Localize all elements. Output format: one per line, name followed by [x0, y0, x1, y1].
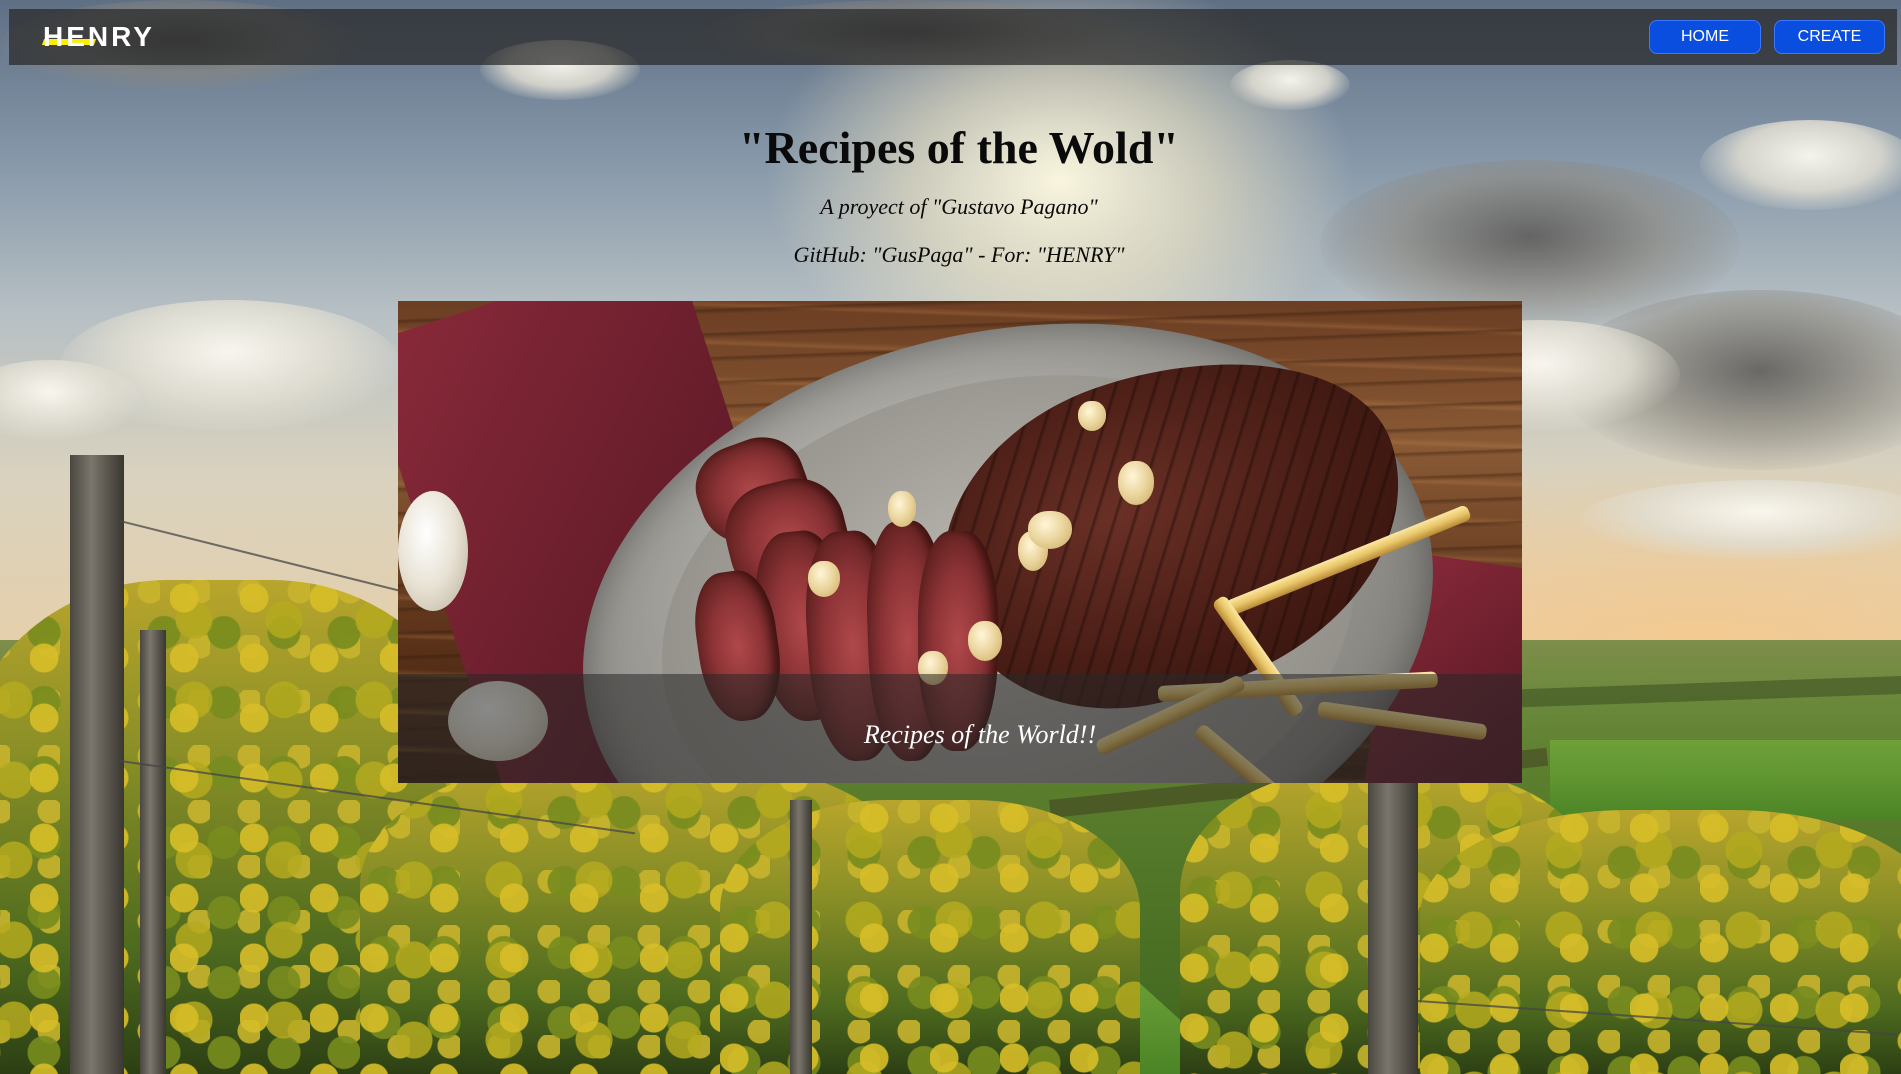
henry-logo[interactable]: HENRY — [41, 21, 155, 52]
project-subtitle: A proyect of "Gustavo Pagano" — [820, 194, 1098, 219]
vineyard-post — [790, 800, 812, 1074]
navbar: HENRY HOME CREATE — [9, 9, 1897, 65]
create-button[interactable]: CREATE — [1774, 20, 1885, 54]
logo-text: HENRY — [43, 21, 155, 52]
home-button[interactable]: HOME — [1649, 20, 1761, 54]
vineyard-post — [1368, 780, 1418, 1074]
garlic-clove — [1028, 511, 1072, 549]
page-title: "Recipes of the Wold" — [739, 122, 1179, 173]
vineyard-post — [140, 630, 166, 1074]
hero-caption-bar: Recipes of the World!! — [398, 674, 1522, 783]
garlic-clove — [1078, 401, 1106, 431]
vineyard-post — [70, 455, 124, 1074]
garlic-clove — [1118, 461, 1154, 505]
cloud — [1230, 60, 1350, 110]
garlic-clove — [968, 621, 1002, 661]
hero-food-image: Recipes of the World!! — [398, 301, 1522, 783]
github-credit: GitHub: "GusPaga" - For: "HENRY" — [793, 242, 1125, 267]
garlic-clove — [888, 491, 916, 527]
hero-caption: Recipes of the World!! — [863, 719, 1097, 749]
page-header: "Recipes of the Wold" A proyect of "Gust… — [0, 118, 1901, 270]
garlic-clove — [808, 561, 840, 597]
vine-row — [1420, 810, 1901, 1074]
vine-row — [720, 800, 1140, 1074]
nav-buttons: HOME CREATE — [1649, 20, 1885, 54]
garlic-bulb — [398, 491, 468, 611]
